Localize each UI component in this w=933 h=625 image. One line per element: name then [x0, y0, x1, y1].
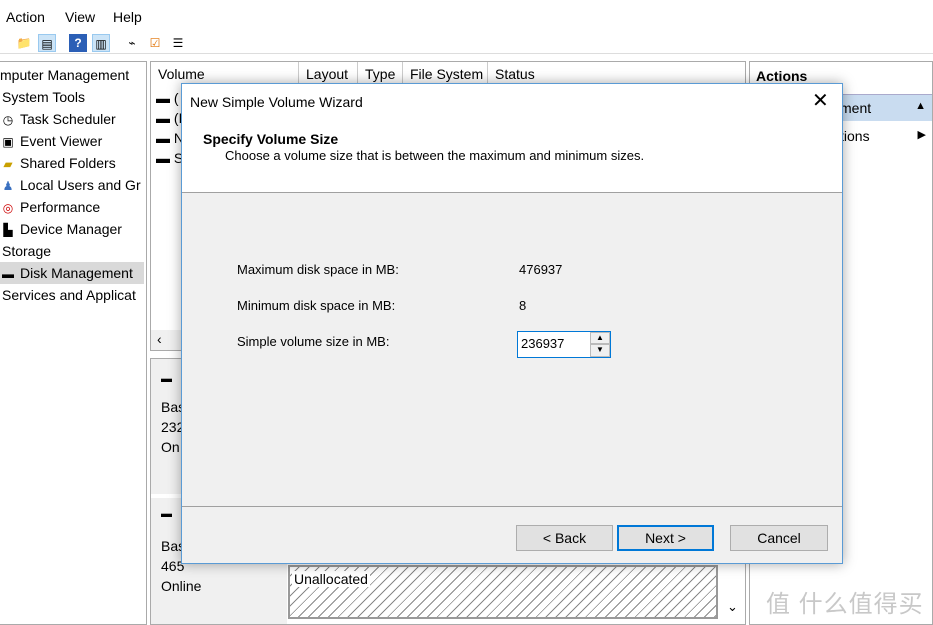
tree-label: Event Viewer [20, 133, 103, 149]
tree-shared-folders[interactable]: ▰ Shared Folders [0, 152, 116, 174]
event-viewer-icon: ▣ [2, 135, 14, 149]
volume-row[interactable]: ▬ N [156, 130, 184, 146]
tree-storage[interactable]: Storage [2, 240, 51, 262]
tree-label: Local Users and Gr [20, 177, 141, 193]
disk-icon: ▬ [2, 267, 14, 281]
tree-label: Device Manager [20, 221, 122, 237]
toolbar: 📁 ▤ ? ▥ ⌁ ☑ ☰ [0, 32, 933, 54]
increment-icon[interactable]: ▲ [590, 332, 610, 344]
menu-view[interactable]: View [65, 9, 95, 25]
show-hide-action-icon[interactable]: ▥ [92, 34, 110, 52]
max-space-value: 476937 [519, 262, 563, 277]
action-label: tions [840, 128, 870, 144]
min-space-value: 8 [519, 298, 527, 313]
connect-icon[interactable]: ⌁ [123, 34, 141, 52]
min-space-label: Minimum disk space in MB: [237, 298, 396, 313]
tree-services[interactable]: Services and Applicat [2, 284, 136, 306]
tree-device-manager[interactable]: ▙ Device Manager [0, 218, 122, 240]
disk-status: Online [161, 578, 202, 594]
properties-icon[interactable]: ☰ [169, 34, 187, 52]
shared-folder-icon: ▰ [3, 157, 13, 171]
disk-icon: ▬ [161, 508, 172, 520]
tree-label: Performance [20, 199, 101, 215]
help-icon[interactable]: ? [69, 34, 87, 52]
volume-icon: ▬ [156, 130, 174, 146]
tree-computer-management[interactable]: mputer Management [0, 64, 129, 86]
disk-icon: ▬ [161, 373, 172, 385]
tree-label: Task Scheduler [20, 111, 116, 127]
volume-name: ( [173, 90, 179, 106]
back-button[interactable]: < Back [516, 525, 613, 551]
tree-performance[interactable]: ◎ Performance [0, 196, 100, 218]
volume-icon: ▬ [156, 110, 174, 126]
step-heading: Specify Volume Size [203, 131, 339, 147]
scroll-left-icon[interactable]: ‹ [157, 331, 162, 347]
console-tree: mputer Management System Tools ◷ Task Sch… [0, 61, 147, 625]
show-hide-tree-icon[interactable]: ▤ [38, 34, 56, 52]
volume-size-label: Simple volume size in MB: [237, 334, 390, 349]
cancel-button[interactable]: Cancel [730, 525, 828, 551]
tree-local-users[interactable]: ♟ Local Users and Gr [0, 174, 141, 196]
step-subheading: Choose a volume size that is between the… [225, 148, 645, 163]
tree-event-viewer[interactable]: ▣ Event Viewer [0, 130, 102, 152]
tree-label: mputer Management [0, 67, 130, 83]
next-button[interactable]: Next > [617, 525, 714, 551]
menu-action[interactable]: Action [6, 9, 45, 25]
tree-system-tools[interactable]: System Tools [2, 86, 85, 108]
clock-icon: ◷ [2, 113, 14, 127]
collapse-icon[interactable]: ▲ [915, 100, 926, 112]
volume-icon: ▬ [156, 150, 174, 166]
users-icon: ♟ [2, 179, 14, 193]
up-folder-icon[interactable]: 📁 [15, 34, 33, 52]
dialog-title: New Simple Volume Wizard [190, 94, 363, 110]
unallocated-partition[interactable]: Unallocated [288, 565, 718, 619]
decrement-icon[interactable]: ▼ [590, 344, 610, 357]
new-simple-volume-wizard: New Simple Volume Wizard ✕ Specify Volum… [181, 83, 843, 564]
scroll-down-icon[interactable]: ⌄ [727, 599, 738, 615]
performance-icon: ◎ [2, 201, 14, 215]
close-icon[interactable]: ✕ [812, 88, 829, 113]
volume-size-input[interactable]: 236937 [521, 336, 564, 351]
device-manager-icon: ▙ [3, 223, 13, 237]
actions-title: Actions [756, 68, 808, 84]
tree-label: Services and Applicat [2, 287, 136, 303]
wizard-header: New Simple Volume Wizard ✕ Specify Volum… [182, 84, 842, 193]
tree-label: System Tools [2, 89, 85, 105]
volume-row[interactable]: ▬ ( [156, 90, 179, 106]
tree-label: Shared Folders [20, 155, 116, 171]
action-label: ment [840, 100, 872, 116]
unallocated-label: Unallocated [292, 571, 370, 587]
volume-row[interactable]: ▬ S [156, 150, 183, 166]
volume-icon: ▬ [156, 90, 174, 106]
watermark-logo: 值 什么值得买 [766, 591, 924, 618]
tree-label: Storage [2, 243, 52, 259]
tree-disk-management[interactable]: ▬ Disk Management [0, 262, 144, 284]
tree-label: Disk Management [20, 265, 133, 281]
submenu-arrow-icon: ▶ [917, 129, 926, 141]
tree-task-scheduler[interactable]: ◷ Task Scheduler [0, 108, 116, 130]
max-space-label: Maximum disk space in MB: [237, 262, 399, 277]
disk-status: On [161, 439, 180, 455]
volume-row[interactable]: ▬ (I [156, 110, 182, 126]
checklist-icon[interactable]: ☑ [146, 34, 164, 52]
volume-size-stepper[interactable]: 236937 ▲ ▼ [517, 331, 611, 358]
footer-divider [182, 506, 842, 507]
menu-help[interactable]: Help [113, 9, 142, 25]
menu-bar: Action View Help [0, 0, 933, 32]
